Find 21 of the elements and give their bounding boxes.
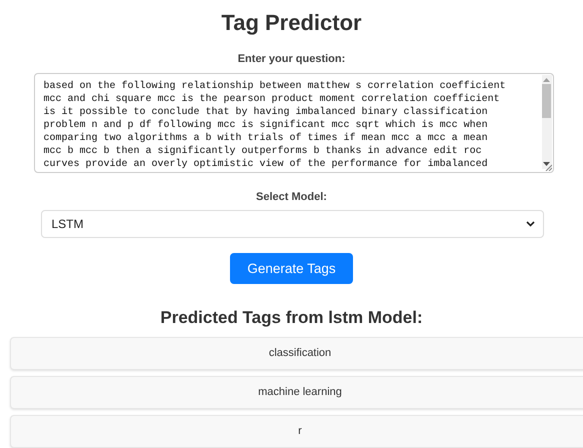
tag-item: machine learning [10,376,583,409]
question-text-line: mcc and chi square mcc is the pearson product moment correlation coefficient [44,93,500,106]
question-text-line: mcc b mcc b then a significantly outperforms b thanks in advance edit roc [44,145,482,158]
question-text-line: problem n and p df following mcc is significant mcc sqrt which is mcc when [44,119,488,132]
resize-handle-icon[interactable] [544,164,552,172]
tag-item: classification [10,337,583,370]
tag-item: r [10,415,583,448]
question-text-line: is it possible to conclude that by having imbalanced binary classification [44,106,488,119]
question-text-line: based on the following relationship between matthew s correlation coefficient [44,80,506,93]
chevron-down-icon [526,221,534,228]
page-title: Tag Predictor [221,10,362,36]
question-text-line: comparing two algorithms a b with trials of times if mean mcc a mcc a mean [44,132,488,145]
scrollbar[interactable] [542,75,552,169]
generate-tags-button[interactable]: Generate Tags [230,253,353,284]
question-label: Enter your question: [238,52,346,66]
results-heading: Predicted Tags from lstm Model: [160,308,423,328]
model-select[interactable]: LSTM [40,210,544,238]
scroll-down-icon[interactable] [543,162,550,167]
question-text-line: curves provide an overly optimistic view of the performance for imbalanced [44,158,488,171]
question-textarea[interactable] [34,73,554,174]
model-label: Select Model: [256,190,327,204]
